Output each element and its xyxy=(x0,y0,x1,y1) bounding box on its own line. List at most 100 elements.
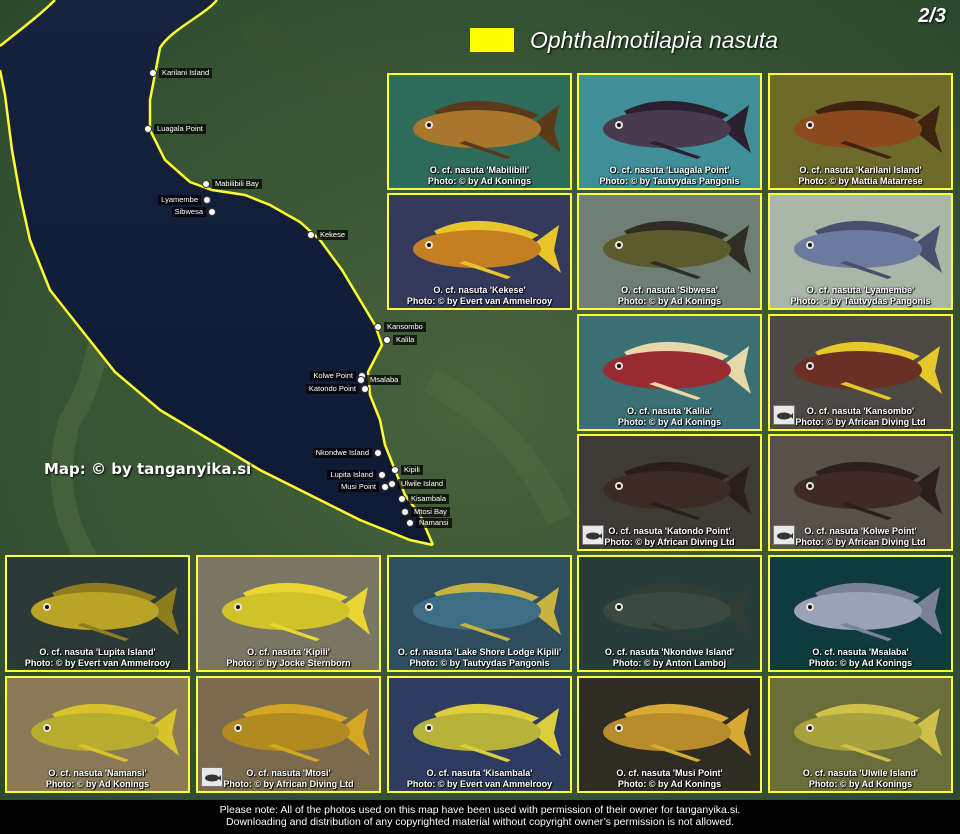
location-marker: Katondo Point xyxy=(305,384,369,394)
fish-body xyxy=(603,471,731,509)
photo-variant-label: O. cf. nasuta 'Ulwile Island' xyxy=(802,768,919,778)
photo-card[interactable]: O. cf. nasuta 'Sibwesa' Photo: © by Ad Ko… xyxy=(577,193,762,310)
photo-card[interactable]: O. cf. nasuta 'Musi Point' Photo: © by Ad… xyxy=(577,676,762,793)
photo-card[interactable]: O. cf. nasuta 'Kansombo' Photo: © by Afri… xyxy=(768,314,953,431)
photo-credit: Photo: © by African Diving Ltd xyxy=(604,537,735,547)
photo-credit: Photo: © by Ad Konings xyxy=(808,779,913,789)
photo-card[interactable]: O. cf. nasuta 'Kisambala' Photo: © by Eve… xyxy=(387,676,572,793)
location-marker: Sibwesa xyxy=(171,207,216,217)
location-dot-icon xyxy=(374,323,382,331)
fish-body xyxy=(413,230,541,268)
photo-credit: Photo: © by Tautvydas Pangonis xyxy=(599,176,740,186)
photo-caption: O. cf. nasuta 'Namansi' Photo: © by Ad Ko… xyxy=(7,768,188,790)
photo-variant-label: O. cf. nasuta 'Karilani Island' xyxy=(799,165,922,175)
photo-credit: Photo: © by Evert van Ammelrooy xyxy=(24,658,171,668)
fish-body xyxy=(794,110,922,148)
location-marker: Nkondwe Island xyxy=(312,448,382,458)
photo-card[interactable]: O. cf. nasuta 'Mabilibili' Photo: © by Ad… xyxy=(387,73,572,190)
location-marker: Kisambala xyxy=(398,494,450,504)
photo-caption: O. cf. nasuta 'Karilani Island' Photo: © … xyxy=(770,165,951,187)
fish-body xyxy=(794,351,922,389)
photo-variant-label: O. cf. nasuta 'Lyamembe' xyxy=(806,285,915,295)
photo-credit: Photo: © by Ad Konings xyxy=(808,658,913,668)
location-marker: Kalila xyxy=(383,335,418,345)
location-label: Kalila xyxy=(393,335,418,345)
photo-card[interactable]: O. cf. nasuta 'Ulwile Island' Photo: © by… xyxy=(768,676,953,793)
location-marker: Lupita Island xyxy=(327,470,386,480)
fish-body xyxy=(222,713,350,751)
photo-caption: O. cf. nasuta 'Musi Point' Photo: © by Ad… xyxy=(579,768,760,790)
location-dot-icon xyxy=(374,449,382,457)
photo-credit: Photo: © by Tautvydas Pangonis xyxy=(409,658,550,668)
location-dot-icon xyxy=(361,385,369,393)
page-number: 2/3 xyxy=(918,5,946,27)
location-dot-icon xyxy=(208,208,216,216)
location-dot-icon xyxy=(391,466,399,474)
photo-variant-label: O. cf. nasuta 'Kolwe Point' xyxy=(804,526,917,536)
location-label: Mtosi Bay xyxy=(411,507,450,517)
location-marker: Kipili xyxy=(391,465,423,475)
location-marker: Kekese xyxy=(307,230,349,240)
photo-variant-label: O. cf. nasuta 'Kansombo' xyxy=(806,406,915,416)
fish-body xyxy=(794,713,922,751)
map-view: Ophthalmotilapia nasuta 2/3 Map: © by ta… xyxy=(0,0,960,834)
fish-body xyxy=(603,110,731,148)
location-marker: Namansi xyxy=(406,518,452,528)
photo-credit: Photo: © by Mattia Matarrese xyxy=(798,176,923,186)
location-label: Musi Point xyxy=(337,482,379,492)
legend: Ophthalmotilapia nasuta xyxy=(470,26,778,54)
photo-caption: O. cf. nasuta 'Ulwile Island' Photo: © by… xyxy=(770,768,951,790)
photo-card[interactable]: O. cf. nasuta 'Mtosi' Photo: © by African… xyxy=(196,676,381,793)
photo-variant-label: O. cf. nasuta 'Sibwesa' xyxy=(621,285,718,295)
photo-card[interactable]: O. cf. nasuta 'Luagala Point' Photo: © by… xyxy=(577,73,762,190)
location-marker: Musi Point xyxy=(337,482,389,492)
photo-variant-label: O. cf. nasuta 'Lupita Island' xyxy=(39,647,156,657)
photo-card[interactable]: O. cf. nasuta 'Karilani Island' Photo: © … xyxy=(768,73,953,190)
location-label: Msalaba xyxy=(367,375,402,385)
photo-variant-label: O. cf. nasuta 'Namansi' xyxy=(48,768,147,778)
photo-variant-label: O. cf. nasuta 'Musi Point' xyxy=(616,768,723,778)
location-marker: Lyamembe xyxy=(158,195,211,205)
location-dot-icon xyxy=(383,336,391,344)
location-label: Kolwe Point xyxy=(310,371,356,381)
copyright-footer: Please note: All of the photos used on t… xyxy=(0,800,960,834)
location-label: Katondo Point xyxy=(305,384,359,394)
fish-body xyxy=(31,713,159,751)
photo-card[interactable]: O. cf. nasuta 'Msalaba' Photo: © by Ad Ko… xyxy=(768,555,953,672)
photo-credit: Photo: © by Ad Konings xyxy=(617,296,722,306)
photo-card[interactable]: O. cf. nasuta 'Namansi' Photo: © by Ad Ko… xyxy=(5,676,190,793)
footer-line-2: Downloading and distribution of any copy… xyxy=(226,816,734,828)
photo-card[interactable]: O. cf. nasuta 'Nkondwe Island' Photo: © b… xyxy=(577,555,762,672)
fish-body xyxy=(413,592,541,630)
fish-body xyxy=(31,592,159,630)
photo-card[interactable]: O. cf. nasuta 'Katondo Point' Photo: © by… xyxy=(577,434,762,551)
fish-body xyxy=(603,351,731,389)
photo-card[interactable]: O. cf. nasuta 'Kalila' Photo: © by Ad Kon… xyxy=(577,314,762,431)
photo-credit: Photo: © by African Diving Ltd xyxy=(795,417,926,427)
location-label: Luagala Point xyxy=(154,124,206,134)
fish-body xyxy=(413,713,541,751)
location-label: Sibwesa xyxy=(171,207,206,217)
photo-card[interactable]: O. cf. nasuta 'Kekese' Photo: © by Evert … xyxy=(387,193,572,310)
location-marker: Mabilibili Bay xyxy=(202,179,262,189)
location-dot-icon xyxy=(378,471,386,479)
photo-credit: Photo: © by Evert van Ammelrooy xyxy=(406,296,553,306)
location-marker: Kansombo xyxy=(374,322,426,332)
photo-card[interactable]: O. cf. nasuta 'Kolwe Point' Photo: © by A… xyxy=(768,434,953,551)
photo-credit: Photo: © by African Diving Ltd xyxy=(795,537,926,547)
photo-card[interactable]: O. cf. nasuta 'Lyamembe' Photo: © by Taut… xyxy=(768,193,953,310)
photo-caption: O. cf. nasuta 'Mtosi' Photo: © by African… xyxy=(198,768,379,790)
photo-caption: O. cf. nasuta 'Sibwesa' Photo: © by Ad Ko… xyxy=(579,285,760,307)
photo-caption: O. cf. nasuta 'Nkondwe Island' Photo: © b… xyxy=(579,647,760,669)
photo-variant-label: O. cf. nasuta 'Mtosi' xyxy=(246,768,331,778)
photo-variant-label: O. cf. nasuta 'Katondo Point' xyxy=(608,526,731,536)
fish-body xyxy=(794,230,922,268)
photo-caption: O. cf. nasuta 'Kipili' Photo: © by Jocke … xyxy=(198,647,379,669)
photo-card[interactable]: O. cf. nasuta 'Lupita Island' Photo: © by… xyxy=(5,555,190,672)
location-label: Kekese xyxy=(317,230,349,240)
photo-credit: Photo: © by Tautvydas Pangonis xyxy=(790,296,931,306)
fish-body xyxy=(603,230,731,268)
photo-card[interactable]: O. cf. nasuta 'Lake Shore Lodge Kipili' P… xyxy=(387,555,572,672)
photo-credit: Photo: © by Ad Konings xyxy=(617,417,722,427)
photo-card[interactable]: O. cf. nasuta 'Kipili' Photo: © by Jocke … xyxy=(196,555,381,672)
